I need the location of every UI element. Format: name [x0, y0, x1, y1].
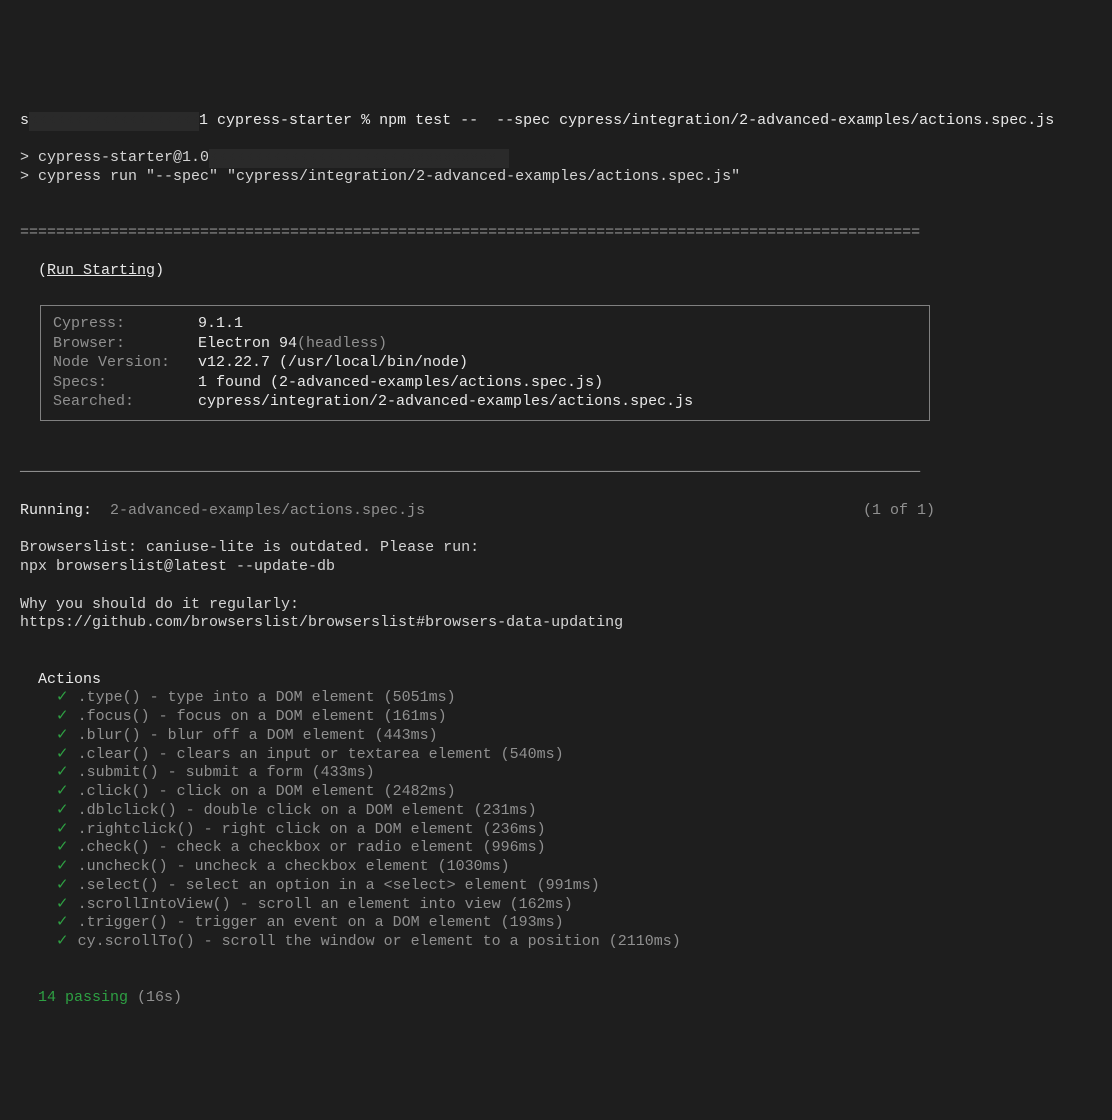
divider-mid: ────────────────────────────────────────… [20, 464, 920, 481]
running-row: Running: 2-advanced-examples/actions.spec… [20, 502, 935, 521]
running-file: 2-advanced-examples/actions.spec.js [110, 502, 425, 521]
terminal-output: sxxxxxxxxxxxxxxxxxxx1 cypress-starter % … [20, 93, 1092, 1008]
test-result: .focus() - focus on a DOM element (161ms… [78, 708, 447, 725]
info-value: cypress/integration/2-advanced-examples/… [198, 392, 693, 412]
checkmark-icon: ✓ [56, 783, 69, 800]
checkmark-icon: ✓ [56, 746, 69, 763]
test-result: .blur() - blur off a DOM element (443ms) [78, 727, 438, 744]
info-value: v12.22.7 (/usr/local/bin/node) [198, 353, 468, 373]
test-result: .click() - click on a DOM element (2482m… [78, 783, 456, 800]
test-result: .check() - check a checkbox or radio ele… [78, 839, 546, 856]
npm-output-line2: > cypress run "--spec" "cypress/integrat… [20, 168, 740, 185]
prompt-sep: % [361, 112, 370, 129]
info-row-cypress: Cypress:9.1.1 [53, 314, 917, 334]
checkmark-icon: ✓ [56, 821, 69, 838]
test-result: .scrollIntoView() - scroll an element in… [78, 896, 573, 913]
info-label: Browser: [53, 334, 198, 354]
info-value: 1 found (2-advanced-examples/actions.spe… [198, 373, 603, 393]
test-result: .clear() - clears an input or textarea e… [78, 746, 564, 763]
prompt-line: sxxxxxxxxxxxxxxxxxxx1 cypress-starter % … [20, 112, 1054, 129]
run-starting: (Run Starting) [38, 262, 164, 279]
browserslist-line: Why you should do it regularly: [20, 596, 299, 613]
npm-output-line1: > cypress-starter@1.0xxxxxxxxxxxxxxxxxxx… [20, 149, 509, 166]
test-result: .type() - type into a DOM element (5051m… [78, 689, 456, 706]
test-result: .select() - select an option in a <selec… [78, 877, 600, 894]
run-starting-label: Run Starting [47, 262, 155, 279]
passing-time: (16s) [137, 989, 182, 1006]
checkmark-icon: ✓ [56, 877, 69, 894]
running-label: Running: [20, 502, 92, 521]
checkmark-icon: ✓ [56, 689, 69, 706]
prompt-command: npm test -- --spec cypress/integration/2… [379, 112, 1054, 129]
test-result: .uncheck() - uncheck a checkbox element … [78, 858, 510, 875]
browserslist-line: npx browserslist@latest --update-db [20, 558, 335, 575]
info-label: Node Version: [53, 353, 198, 373]
test-result: cy.scrollTo() - scroll the window or ele… [78, 933, 681, 950]
checkmark-icon: ✓ [56, 914, 69, 931]
info-row-specs: Specs:1 found (2-advanced-examples/actio… [53, 373, 917, 393]
info-row-searched: Searched:cypress/integration/2-advanced-… [53, 392, 917, 412]
info-label: Cypress: [53, 314, 198, 334]
info-row-browser: Browser:Electron 94 (headless) [53, 334, 917, 354]
info-value: Electron 94 [198, 334, 297, 354]
checkmark-icon: ✓ [56, 839, 69, 856]
prompt-user: s [20, 112, 29, 129]
checkmark-icon: ✓ [56, 896, 69, 913]
redacted-text: xxxxxxxxxxxxxxxxxxx [29, 112, 199, 131]
checkmark-icon: ✓ [56, 708, 69, 725]
info-label: Specs: [53, 373, 198, 393]
redacted-text: xxxxxxxxxxxxxxxxxxxxxxxxxxxxxxxx [209, 149, 509, 168]
passing-count: 14 passing [38, 989, 128, 1006]
browserslist-line: Browserslist: caniuse-lite is outdated. … [20, 539, 479, 556]
running-count: (1 of 1) [863, 502, 935, 521]
checkmark-icon: ✓ [56, 858, 69, 875]
info-row-node: Node Version:v12.22.7 (/usr/local/bin/no… [53, 353, 917, 373]
divider-top: ========================================… [20, 224, 920, 241]
checkmark-icon: ✓ [56, 802, 69, 819]
test-result: .submit() - submit a form (433ms) [78, 764, 375, 781]
info-box: Cypress:9.1.1Browser:Electron 94 (headle… [40, 305, 930, 421]
info-value: 9.1.1 [198, 314, 243, 334]
suite-name: Actions [38, 671, 101, 688]
info-label: Searched: [53, 392, 198, 412]
browserslist-line: https://github.com/browserslist/browsers… [20, 614, 623, 631]
test-result: .trigger() - trigger an event on a DOM e… [78, 914, 564, 931]
test-result: .dblclick() - double click on a DOM elem… [78, 802, 537, 819]
checkmark-icon: ✓ [56, 933, 69, 950]
checkmark-icon: ✓ [56, 764, 69, 781]
info-extra: (headless) [297, 334, 387, 354]
test-result: .rightclick() - right click on a DOM ele… [78, 821, 546, 838]
prompt-dir: 1 cypress-starter [199, 112, 352, 129]
checkmark-icon: ✓ [56, 727, 69, 744]
